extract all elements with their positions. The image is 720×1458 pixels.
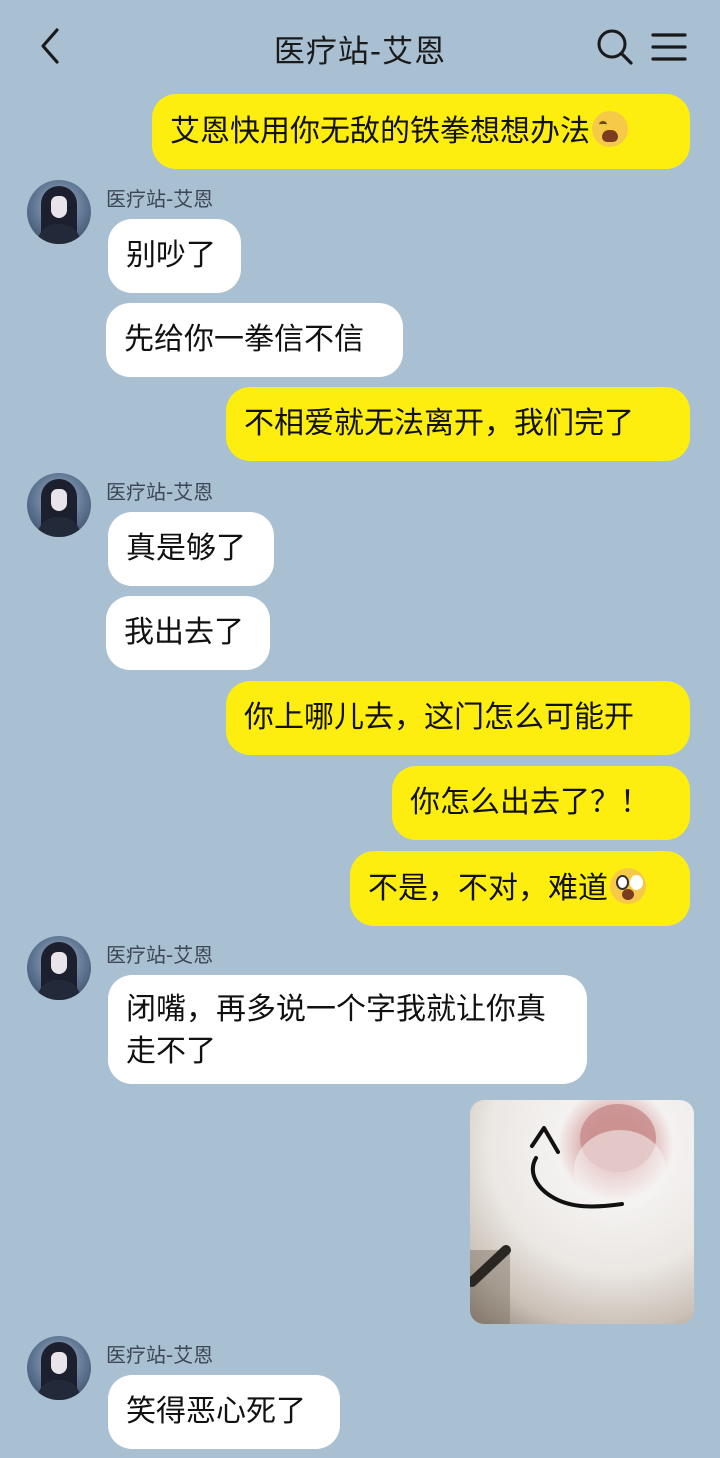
- incoming-message-bubble[interactable]: 我出去了: [106, 596, 270, 670]
- message-text: 闭嘴，再多说一个字我就让你真走不了: [126, 992, 546, 1069]
- chat-header: 医疗站-艾恩: [0, 0, 720, 92]
- menu-icon: [651, 33, 687, 61]
- incoming-message-bubble[interactable]: 真是够了: [108, 512, 274, 586]
- incoming-message-bubble[interactable]: 笑得恶心死了: [108, 1375, 340, 1449]
- contact-avatar[interactable]: [27, 473, 91, 537]
- menu-button[interactable]: [648, 24, 690, 70]
- message-text: 笑得恶心死了: [126, 1394, 306, 1429]
- outgoing-message-bubble[interactable]: 不是，不对，难道: [350, 851, 690, 926]
- search-button[interactable]: [592, 24, 638, 70]
- message-text: 不是，不对，难道: [368, 871, 608, 906]
- sender-name: 医疗站-艾恩: [106, 1343, 214, 1367]
- message-text: 我出去了: [124, 615, 244, 650]
- incoming-message-bubble[interactable]: 先给你一拳信不信: [106, 303, 403, 377]
- message-text: 别吵了: [126, 238, 216, 273]
- contact-avatar[interactable]: [27, 1336, 91, 1400]
- outgoing-message-bubble[interactable]: 你上哪儿去，这门怎么可能开: [226, 681, 690, 755]
- outgoing-message-bubble[interactable]: 艾恩快用你无敌的铁拳想想办法: [152, 94, 690, 169]
- incoming-message-bubble[interactable]: 闭嘴，再多说一个字我就让你真走不了: [108, 975, 587, 1084]
- search-icon: [597, 29, 633, 65]
- contact-avatar[interactable]: [27, 180, 91, 244]
- sender-name: 医疗站-艾恩: [106, 480, 214, 504]
- message-text: 艾恩快用你无敌的铁拳想想办法: [170, 114, 590, 149]
- cat-photo: [470, 1104, 666, 1324]
- outgoing-message-bubble[interactable]: 你怎么出去了？！: [392, 766, 690, 840]
- loudly-crying-face-icon: [592, 111, 628, 147]
- screaming-face-icon: [610, 868, 646, 904]
- image-message[interactable]: [470, 1100, 694, 1324]
- contact-avatar[interactable]: [27, 936, 91, 1000]
- sender-name: 医疗站-艾恩: [106, 187, 214, 211]
- sender-name: 医疗站-艾恩: [106, 943, 214, 967]
- message-text: 你怎么出去了？！: [410, 785, 650, 820]
- outgoing-message-bubble[interactable]: 不相爱就无法离开，我们完了: [226, 387, 690, 461]
- incoming-message-bubble[interactable]: 别吵了: [108, 219, 241, 293]
- message-text: 你上哪儿去，这门怎么可能开: [244, 700, 634, 735]
- message-text: 先给你一拳信不信: [124, 322, 364, 357]
- message-text: 真是够了: [126, 531, 246, 566]
- message-text: 不相爱就无法离开，我们完了: [244, 406, 634, 441]
